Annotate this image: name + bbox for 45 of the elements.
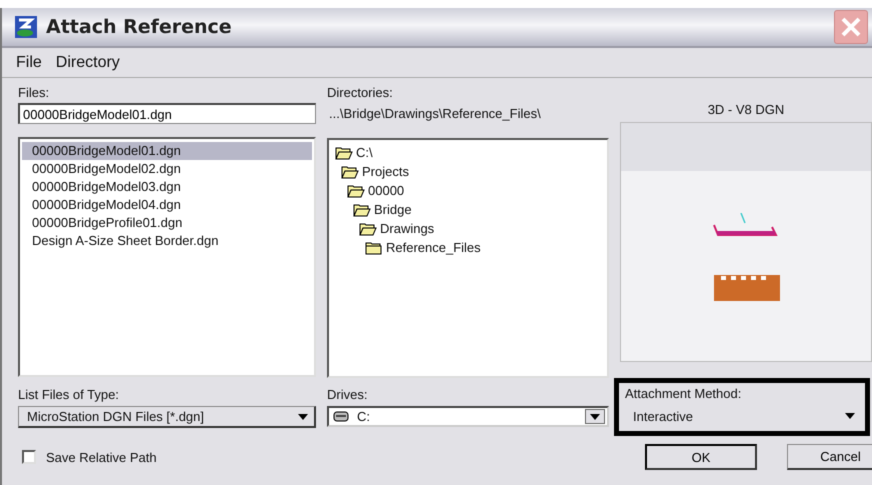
folder-tree-node[interactable]: C:\ <box>335 143 605 162</box>
menu-item[interactable]: Directory <box>56 54 120 72</box>
files-label: Files: <box>18 84 50 102</box>
preview-format-label: 3D - V8 DGN <box>706 102 786 119</box>
dgn-filename-row[interactable]: 00000BridgeModel01.dgn <box>22 142 312 160</box>
caret-icon <box>298 414 308 420</box>
file-type-label: List Files of Type: <box>18 386 120 404</box>
window-title: Attach Reference <box>46 16 233 38</box>
dgn-filename-row[interactable]: Design A-Size Sheet Border.dgn <box>22 232 312 250</box>
folder-tree-node[interactable]: 00000 <box>347 181 605 200</box>
folder-icon <box>335 146 353 160</box>
folder-tree-node[interactable]: Reference_Files <box>365 238 605 257</box>
file-list[interactable]: 00000BridgeModel01.dgn 00000BridgeModel02.dgn 00000BridgeModel03.dgn 00000BridgeModel04.dgn 00000BridgeProfile01.dgn Design A-Size Sheet Border.dgn <box>18 137 316 377</box>
dgn-filename-row[interactable]: 00000BridgeProfile01.dgn <box>22 214 312 232</box>
drives-label: Drives: <box>327 386 368 404</box>
file-type-dropdown[interactable]: MicroStation DGN Files [*.dgn] <box>18 406 316 428</box>
folder-icon <box>353 202 371 216</box>
caret-icon <box>845 413 855 419</box>
directory-tree[interactable]: C:\ Projects 00000 Bridge Drawings Reference_Files <box>327 138 609 378</box>
dgn-filename-row[interactable]: 00000BridgeModel04.dgn <box>22 196 312 214</box>
folder-icon <box>341 164 359 178</box>
drive-icon <box>333 411 349 422</box>
directories-label: Directories: <box>327 84 394 102</box>
dropdown-button[interactable] <box>585 409 605 424</box>
folder-tree-node[interactable]: Drawings <box>359 219 605 238</box>
folder-icon <box>365 240 383 254</box>
close-icon <box>840 16 862 38</box>
folder-tree-node[interactable]: Bridge <box>353 200 605 219</box>
dgn-filename-row[interactable]: 00000BridgeModel02.dgn <box>22 160 312 178</box>
close-button[interactable] <box>834 10 868 44</box>
checkbox[interactable] <box>22 450 36 464</box>
save-relative-path-checkbox[interactable]: Save Relative Path <box>22 450 615 464</box>
app-logo-icon <box>14 15 38 39</box>
file-name-field[interactable]: 00000BridgeModel01.dgn <box>18 103 316 124</box>
attachment-method-label: Attachment Method: <box>625 385 742 403</box>
directory-path: ...\Bridge\Drawings\Reference_Files\ <box>328 105 542 123</box>
folder-icon <box>347 184 365 198</box>
ok-button[interactable]: OK <box>645 444 757 470</box>
folder-tree-node[interactable]: Projects <box>341 162 605 181</box>
dgn-filename-row[interactable]: 00000BridgeModel03.dgn <box>22 178 312 196</box>
cancel-button[interactable]: Cancel <box>787 444 872 470</box>
menu-item[interactable]: File <box>16 54 42 72</box>
folder-icon <box>359 222 377 236</box>
caret-icon <box>590 414 600 420</box>
drives-dropdown[interactable]: C: <box>327 406 609 427</box>
